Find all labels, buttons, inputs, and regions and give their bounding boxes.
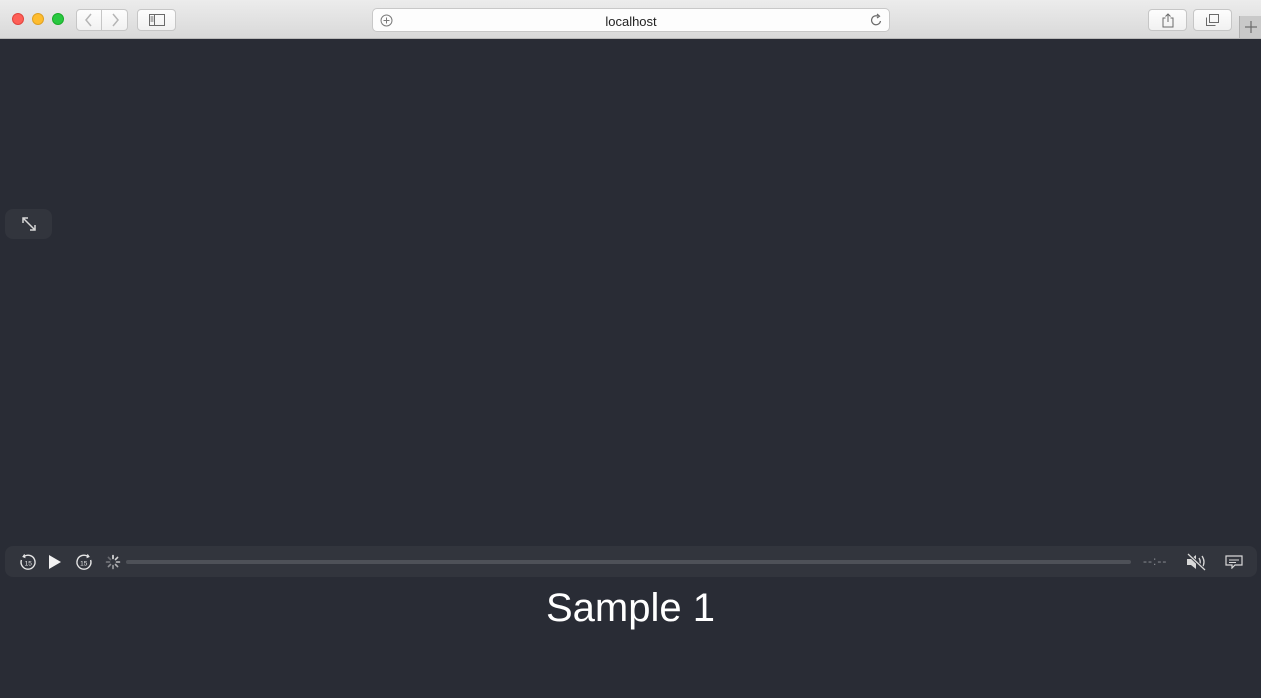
- back-button[interactable]: [76, 9, 102, 31]
- progress-scrubber[interactable]: [126, 560, 1131, 564]
- share-button[interactable]: [1148, 9, 1187, 31]
- tabs-overview-button[interactable]: [1193, 9, 1232, 31]
- captions-button[interactable]: [1223, 552, 1245, 572]
- play-icon: [49, 555, 61, 569]
- window-close-button[interactable]: [12, 13, 24, 25]
- share-icon: [1162, 12, 1173, 27]
- plus-icon: [1244, 21, 1257, 33]
- sidebar-icon: [148, 14, 165, 26]
- skip-forward-seconds: 15: [80, 561, 88, 568]
- tabs-overview-icon: [1206, 14, 1219, 26]
- new-tab-button[interactable]: [1239, 16, 1261, 38]
- skip-back-15-icon: 15: [20, 553, 36, 570]
- window-minimize-button[interactable]: [32, 13, 44, 25]
- fullscreen-expand-icon: [21, 217, 36, 231]
- skip-back-seconds: 15: [25, 561, 33, 568]
- fullscreen-button[interactable]: [5, 209, 52, 239]
- play-button[interactable]: [45, 552, 65, 572]
- muted-speaker-icon: [1186, 553, 1207, 571]
- captions-icon: [1225, 555, 1243, 569]
- forward-button[interactable]: [102, 9, 128, 31]
- sidebar-button[interactable]: [137, 9, 176, 31]
- address-bar[interactable]: localhost: [372, 8, 890, 32]
- browser-toolbar: localhost: [0, 0, 1261, 39]
- window-zoom-button[interactable]: [52, 13, 64, 25]
- skip-back-button[interactable]: 15: [18, 552, 38, 572]
- page-title: Sample 1: [546, 586, 715, 630]
- chevron-left-icon: [85, 13, 92, 27]
- url-text: localhost: [605, 14, 657, 29]
- skip-forward-button[interactable]: 15: [74, 552, 94, 572]
- reload-icon[interactable]: [870, 13, 883, 27]
- loading-spinner-icon: [105, 554, 121, 570]
- chevron-right-icon: [111, 13, 119, 27]
- media-control-bar: 15 15 --:--: [5, 546, 1257, 577]
- skip-forward-15-icon: 15: [76, 553, 92, 570]
- mute-button[interactable]: [1185, 552, 1209, 572]
- time-display: --:--: [1143, 554, 1168, 568]
- loading-indicator: [103, 552, 123, 572]
